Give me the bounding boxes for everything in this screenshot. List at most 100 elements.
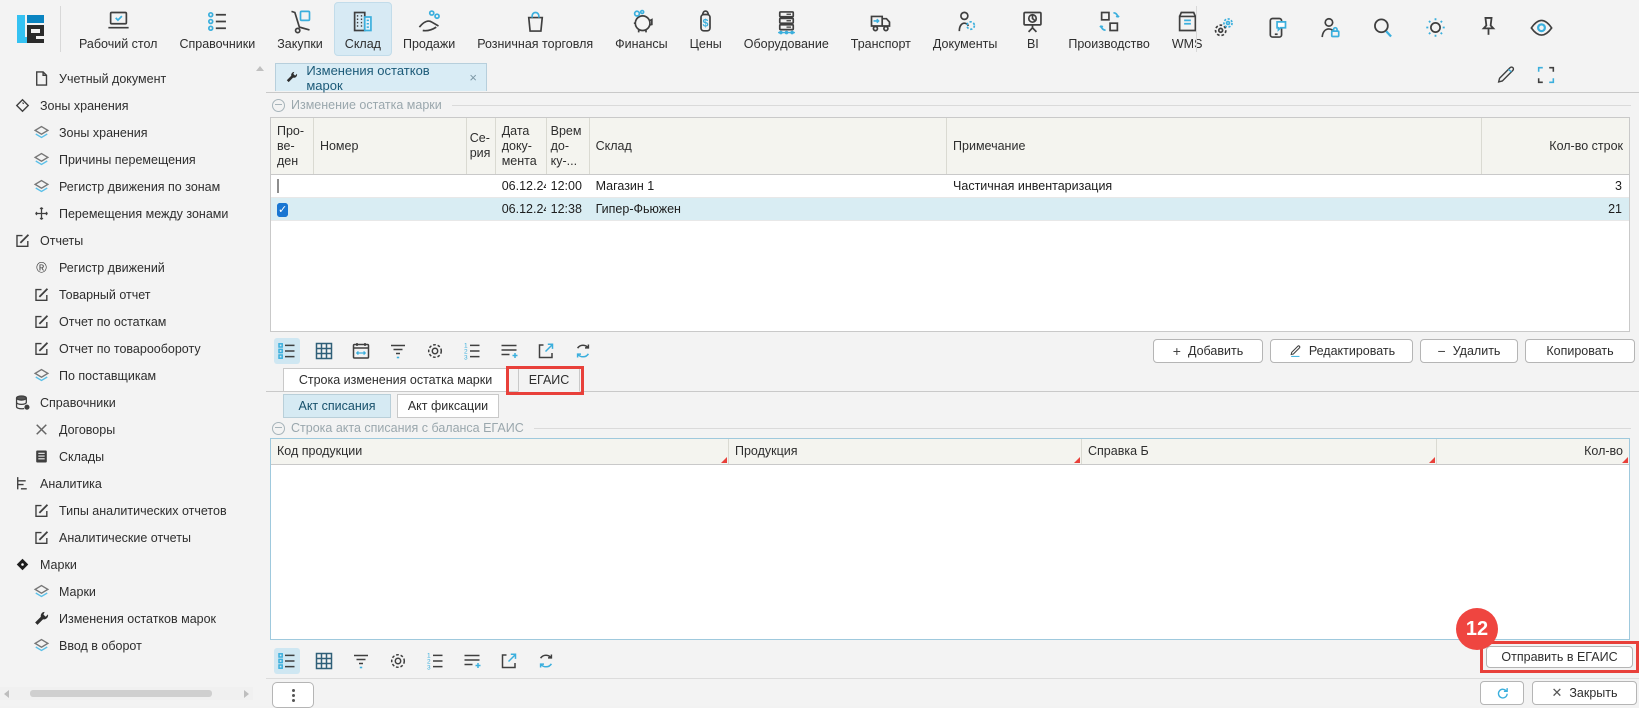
tab-write-off-act[interactable]: Акт списания xyxy=(283,394,391,418)
module-prices[interactable]: Цены xyxy=(679,2,733,56)
sidebar-group-marks[interactable]: Марки xyxy=(0,551,253,578)
tab-egais[interactable]: ЕГАИС xyxy=(518,368,580,392)
sidebar-item-accounting-document[interactable]: Учетный документ xyxy=(0,65,253,92)
module-bi[interactable]: BI xyxy=(1008,2,1057,56)
numbered-list-icon[interactable] xyxy=(459,338,485,364)
module-finance[interactable]: Финансы xyxy=(604,2,678,56)
scroll-left-arrow-icon[interactable] xyxy=(4,690,9,698)
edit-pencil-icon[interactable] xyxy=(1495,64,1517,86)
calendar-icon[interactable] xyxy=(348,338,374,364)
sidebar-item-analytic-report-types[interactable]: Типы аналитических отчетов xyxy=(0,497,253,524)
column-header-doc-time[interactable]: Врем до- ку-... xyxy=(547,118,590,174)
sidebar-item-zone-transfers[interactable]: Перемещения между зонами xyxy=(0,200,253,227)
user-lock-icon[interactable] xyxy=(1316,14,1343,41)
close-button[interactable]: ✕Закрыть xyxy=(1532,681,1637,705)
expand-icon[interactable] xyxy=(1535,64,1557,86)
collapse-icon[interactable] xyxy=(272,422,285,435)
send-to-egais-button[interactable]: Отправить в ЕГАИС xyxy=(1486,646,1633,668)
sidebar-group-storage-zones[interactable]: Зоны хранения xyxy=(0,92,253,119)
module-transport[interactable]: Транспорт xyxy=(840,2,922,56)
settings-gear-icon[interactable] xyxy=(385,648,411,674)
settings-gears-icon[interactable] xyxy=(1210,14,1237,41)
list-view-icon[interactable] xyxy=(274,648,300,674)
sidebar-item-put-into-circulation[interactable]: Ввод в оборот xyxy=(0,632,253,659)
reload-icon[interactable] xyxy=(533,648,559,674)
module-warehouse[interactable]: Склад xyxy=(334,2,392,56)
sidebar-item-storage-zones[interactable]: Зоны хранения xyxy=(0,119,253,146)
list-view-icon[interactable] xyxy=(274,338,300,364)
sidebar-item-by-suppliers[interactable]: По поставщикам xyxy=(0,362,253,389)
sidebar-item-marks[interactable]: Марки xyxy=(0,578,253,605)
scrollbar-thumb[interactable] xyxy=(30,690,212,697)
tab-mark-balance-change-line[interactable]: Строка изменения остатка марки xyxy=(283,368,508,392)
sidebar-item-movement-reasons[interactable]: Причины перемещения xyxy=(0,146,253,173)
settings-gear-icon[interactable] xyxy=(422,338,448,364)
open-external-icon[interactable] xyxy=(533,338,559,364)
column-header-series[interactable]: Се- рия xyxy=(467,118,496,174)
column-header-quantity[interactable]: Кол-во xyxy=(1437,439,1629,464)
sidebar-group-analytics[interactable]: Аналитика xyxy=(0,470,253,497)
tab-mark-balance-changes[interactable]: Изменения остатков марок × xyxy=(275,63,487,91)
module-wms[interactable]: WMS xyxy=(1161,2,1214,56)
sidebar-horizontal-scrollbar[interactable] xyxy=(0,687,253,700)
delete-button[interactable]: −Удалить xyxy=(1420,339,1518,363)
grid-view-icon[interactable] xyxy=(311,338,337,364)
pin-icon[interactable] xyxy=(1475,14,1502,41)
sidebar-item-zone-movement-register[interactable]: Регистр движения по зонам xyxy=(0,173,253,200)
posted-checkbox[interactable] xyxy=(277,203,288,217)
tab-close-icon[interactable]: × xyxy=(469,70,477,85)
brightness-icon[interactable] xyxy=(1422,14,1449,41)
column-header-certificate-b[interactable]: Справка Б xyxy=(1082,439,1437,464)
scroll-right-arrow-icon[interactable] xyxy=(244,690,249,698)
add-row-icon[interactable] xyxy=(496,338,522,364)
sidebar-item-warehouses[interactable]: Склады xyxy=(0,443,253,470)
sidebar-item-contracts[interactable]: Договоры xyxy=(0,416,253,443)
eye-icon[interactable] xyxy=(1528,14,1555,41)
collapse-icon[interactable] xyxy=(272,99,285,112)
column-header-product-code[interactable]: Код продукции xyxy=(271,439,729,464)
sidebar-item-turnover-report[interactable]: Отчет по товарообороту xyxy=(0,335,253,362)
module-retail[interactable]: Розничная торговля xyxy=(466,2,604,56)
sidebar-item-analytic-reports[interactable]: Аналитические отчеты xyxy=(0,524,253,551)
sidebar-group-reports[interactable]: Отчеты xyxy=(0,227,253,254)
sidebar-item-stock-report[interactable]: Отчет по остаткам xyxy=(0,308,253,335)
add-button[interactable]: +Добавить xyxy=(1153,339,1263,363)
edit-button[interactable]: Редактировать xyxy=(1270,339,1413,363)
module-documents[interactable]: Документы xyxy=(922,2,1008,56)
module-references[interactable]: Справочники xyxy=(168,2,266,56)
sidebar-item-movements-register[interactable]: Регистр движений xyxy=(0,254,253,281)
filter-icon[interactable] xyxy=(385,338,411,364)
scroll-up-arrow-icon[interactable] xyxy=(256,66,264,71)
filter-icon[interactable] xyxy=(348,648,374,674)
column-header-number[interactable]: Номер xyxy=(314,118,467,174)
add-row-icon[interactable] xyxy=(459,648,485,674)
sidebar-item-goods-report[interactable]: Товарный отчет xyxy=(0,281,253,308)
column-header-product[interactable]: Продукция xyxy=(729,439,1082,464)
device-chat-icon[interactable] xyxy=(1263,14,1290,41)
column-header-doc-date[interactable]: Дата доку- мента xyxy=(496,118,547,174)
module-equipment[interactable]: Оборудование xyxy=(733,2,840,56)
sidebar-item-mark-balance-changes[interactable]: Изменения остатков марок xyxy=(0,605,253,632)
posted-checkbox[interactable] xyxy=(277,179,279,193)
sidebar-group-references[interactable]: Справочники xyxy=(0,389,253,416)
open-external-icon[interactable] xyxy=(496,648,522,674)
refresh-button[interactable] xyxy=(1480,681,1524,705)
copy-button[interactable]: Копировать xyxy=(1525,339,1635,363)
table-row-selected[interactable]: 06.12.24 12:38 Гипер-Фьюжен 21 xyxy=(271,198,1629,221)
column-header-line-count[interactable]: Кол-во строк xyxy=(1482,118,1629,174)
sidebar-vertical-scrollbar[interactable] xyxy=(253,58,267,706)
module-sales[interactable]: Продажи xyxy=(392,2,466,56)
column-header-note[interactable]: Примечание xyxy=(947,118,1482,174)
search-icon[interactable] xyxy=(1369,14,1396,41)
column-header-posted[interactable]: Про- ве- ден xyxy=(271,118,314,174)
more-options-button[interactable] xyxy=(272,682,314,708)
module-production[interactable]: Производство xyxy=(1057,2,1161,56)
module-desktop[interactable]: Рабочий стол xyxy=(68,2,168,56)
tab-fixation-act[interactable]: Акт фиксации xyxy=(397,394,499,418)
reload-icon[interactable] xyxy=(570,338,596,364)
table-row[interactable]: 06.12.24 12:00 Магазин 1 Частичная инвен… xyxy=(271,175,1629,198)
column-header-warehouse[interactable]: Склад xyxy=(590,118,947,174)
module-purchases[interactable]: Закупки xyxy=(266,2,334,56)
grid-view-icon[interactable] xyxy=(311,648,337,674)
numbered-list-icon[interactable] xyxy=(422,648,448,674)
